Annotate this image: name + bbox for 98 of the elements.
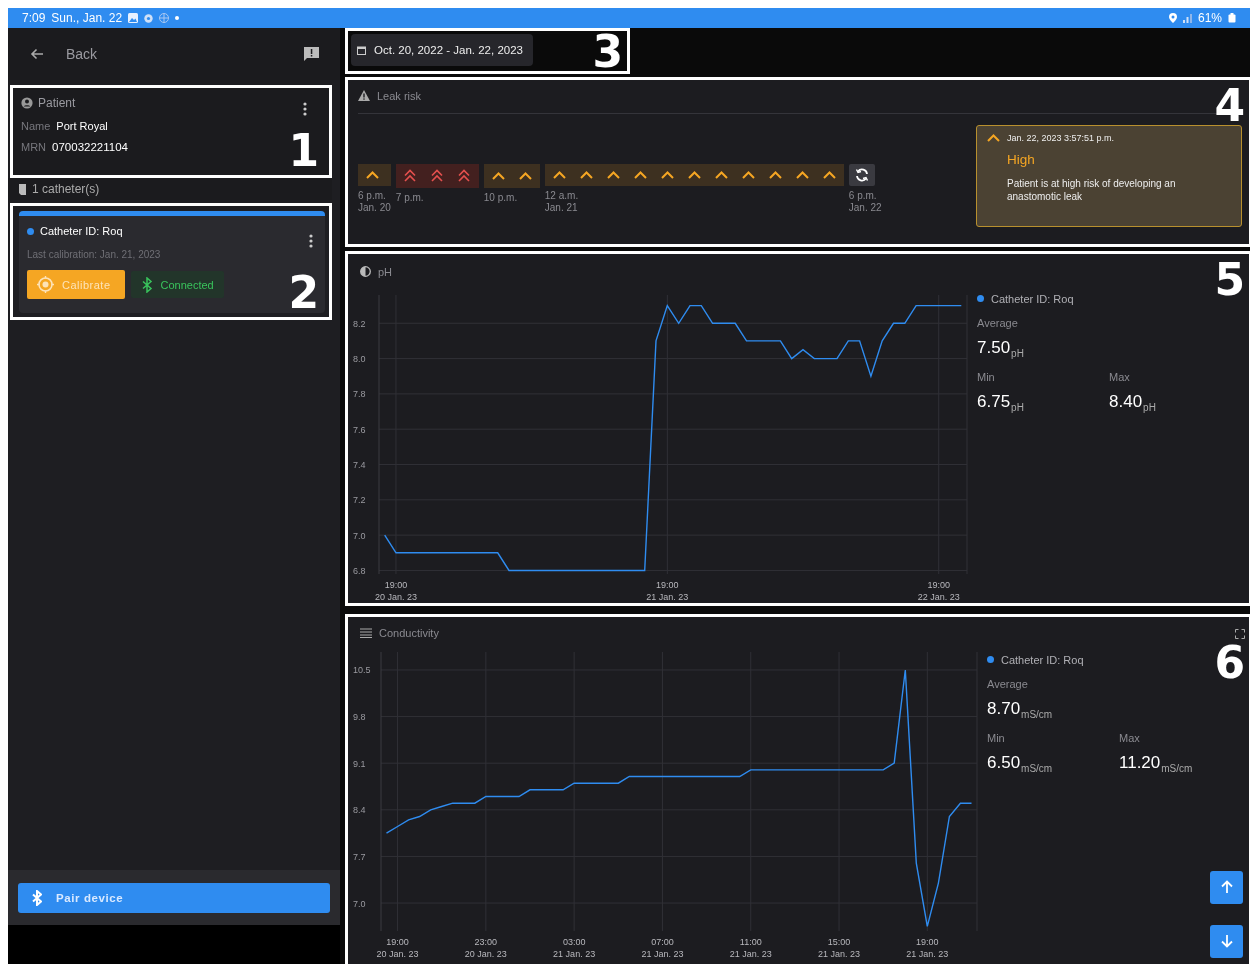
axis-tick-label: 7.6 xyxy=(353,424,366,435)
axis-tick-label: 9.1 xyxy=(353,758,366,769)
axis-tick-label: 10.5 xyxy=(353,665,371,676)
feedback-icon[interactable] xyxy=(303,46,320,62)
callout-number: 2 xyxy=(288,271,319,315)
time-label: 12 a.m. Jan. 21 xyxy=(544,189,580,214)
risk-segment[interactable] xyxy=(544,163,844,186)
axis-tick-label: 7.4 xyxy=(353,459,366,470)
axis-tick-label: 8.4 xyxy=(353,805,366,816)
catheter-name: Catheter ID: Roq xyxy=(40,225,123,237)
warning-icon xyxy=(358,90,370,102)
panel-title: pH xyxy=(378,265,393,278)
image-icon xyxy=(128,13,139,23)
time-label: 6 p.m. Jan. 20 xyxy=(358,189,391,214)
calibration-date: Last calibration: Jan. 21, 2023 xyxy=(27,249,162,260)
bars-icon xyxy=(360,627,372,638)
legend-label: Catheter ID: Roq xyxy=(1001,653,1084,666)
stat-value: 8.40$_{pH}$ xyxy=(1109,391,1157,413)
axis-tick-label: 7.2 xyxy=(353,495,366,506)
stat-value: 6.75$_{pH}$ xyxy=(977,391,1025,413)
axis-tick-label: 19:00 20 Jan. 23 xyxy=(376,936,419,959)
alert-message: Patient is at high risk of developing an anastomotic leak xyxy=(1007,176,1177,203)
axis-tick-label: 6.8 xyxy=(353,565,366,576)
axis-tick-label: 8.2 xyxy=(353,318,366,329)
clock-time: 7:09 xyxy=(22,11,46,25)
field-value: 070032221104 xyxy=(52,141,128,153)
axis-tick-label: 8.0 xyxy=(353,354,366,364)
time-label: 6 p.m. Jan. 22 xyxy=(848,189,882,214)
more-options-icon[interactable] xyxy=(303,102,307,116)
signal-icon xyxy=(1182,13,1192,23)
battery-icon xyxy=(1228,13,1236,23)
axis-tick-label: 23:00 20 Jan. 23 xyxy=(464,936,507,959)
location-pin-icon xyxy=(1168,13,1177,23)
callout-number: 5 xyxy=(1214,257,1245,302)
risk-level: High xyxy=(1007,151,1036,167)
catheter-count: 1 catheter(s) xyxy=(32,182,100,196)
time-label: 7 p.m. xyxy=(395,191,425,204)
axis-tick-label: 7.0 xyxy=(353,898,366,909)
stat-value: 11.20$_{mS/cm}$ xyxy=(1119,752,1194,774)
risk-segment[interactable] xyxy=(483,163,540,188)
scroll-down-button[interactable] xyxy=(1210,924,1243,958)
stat-label: Average xyxy=(977,316,1019,329)
stat-value: 8.70$_{mS/cm}$ xyxy=(987,698,1054,720)
axis-tick-label: 11:00 21 Jan. 23 xyxy=(729,936,772,959)
alert-timestamp: Jan. 22, 2023 3:57:51 p.m. xyxy=(1007,132,1115,143)
axis-tick-label: 19:00 20 Jan. 23 xyxy=(374,579,417,602)
expand-icon[interactable] xyxy=(1235,628,1245,639)
status-date: Sun., Jan. 22 xyxy=(51,11,123,25)
axis-tick-label: 7.8 xyxy=(353,389,366,400)
arrow-down-icon xyxy=(1219,934,1234,949)
axis-tick-label: 07:00 21 Jan. 23 xyxy=(641,936,684,959)
scroll-up-button[interactable] xyxy=(1210,870,1243,904)
contrast-icon xyxy=(360,266,371,278)
more-options-icon[interactable] xyxy=(309,234,313,248)
legend-label: Catheter ID: Roq xyxy=(991,292,1074,305)
stat-value: 6.50$_{mS/cm}$ xyxy=(987,752,1054,774)
bluetooth-icon xyxy=(32,889,42,906)
bluetooth-icon xyxy=(140,276,153,293)
date-range-chip[interactable]: Oct. 20, 2022 - Jan. 22, 2023 xyxy=(351,34,533,66)
axis-tick-label: 19:00 22 Jan. 23 xyxy=(917,579,960,602)
risk-segment[interactable] xyxy=(395,163,479,188)
card-title: Patient xyxy=(38,96,76,110)
field-value: Port Royal xyxy=(56,120,108,132)
callout-number: 1 xyxy=(288,129,319,173)
callout-number: 6 xyxy=(1214,640,1245,685)
person-icon xyxy=(21,97,33,109)
calendar-icon xyxy=(357,45,366,55)
axis-tick-label: 15:00 21 Jan. 23 xyxy=(818,936,861,959)
connection-status: Connected xyxy=(130,271,224,298)
axis-tick-label: 03:00 21 Jan. 23 xyxy=(553,936,596,959)
target-icon xyxy=(37,276,54,293)
back-arrow-icon xyxy=(30,48,44,60)
panel-title: Leak risk xyxy=(377,89,422,102)
dot-icon xyxy=(175,16,180,20)
time-label: 10 p.m. xyxy=(483,191,519,204)
refresh-icon xyxy=(854,167,869,182)
stat-label: Average xyxy=(987,677,1029,690)
axis-tick-label: 9.8 xyxy=(353,712,366,723)
risk-segment[interactable] xyxy=(358,163,391,186)
stat-label: Min xyxy=(977,370,996,383)
refresh-button[interactable] xyxy=(848,163,875,186)
callout-number: 3 xyxy=(592,30,623,74)
chevron-up-icon xyxy=(987,133,1000,142)
globe-icon xyxy=(159,13,170,23)
stat-value: 7.50$_{pH}$ xyxy=(977,337,1025,359)
stat-label: Max xyxy=(1119,731,1141,744)
field-label: Name xyxy=(21,120,51,132)
stat-label: Min xyxy=(987,731,1006,744)
axis-tick-label: 7.0 xyxy=(353,530,366,541)
panel-title: Conductivity xyxy=(379,626,439,639)
stat-label: Max xyxy=(1109,370,1131,383)
battery-percent: 61% xyxy=(1197,11,1222,25)
callout-number: 4 xyxy=(1214,83,1245,128)
axis-tick-label: 19:00 21 Jan. 23 xyxy=(906,936,949,959)
field-label: MRN xyxy=(21,141,47,153)
axis-tick-label: 7.7 xyxy=(353,851,366,862)
arrow-up-icon xyxy=(1219,880,1234,895)
axis-tick-label: 19:00 21 Jan. 23 xyxy=(646,579,689,602)
